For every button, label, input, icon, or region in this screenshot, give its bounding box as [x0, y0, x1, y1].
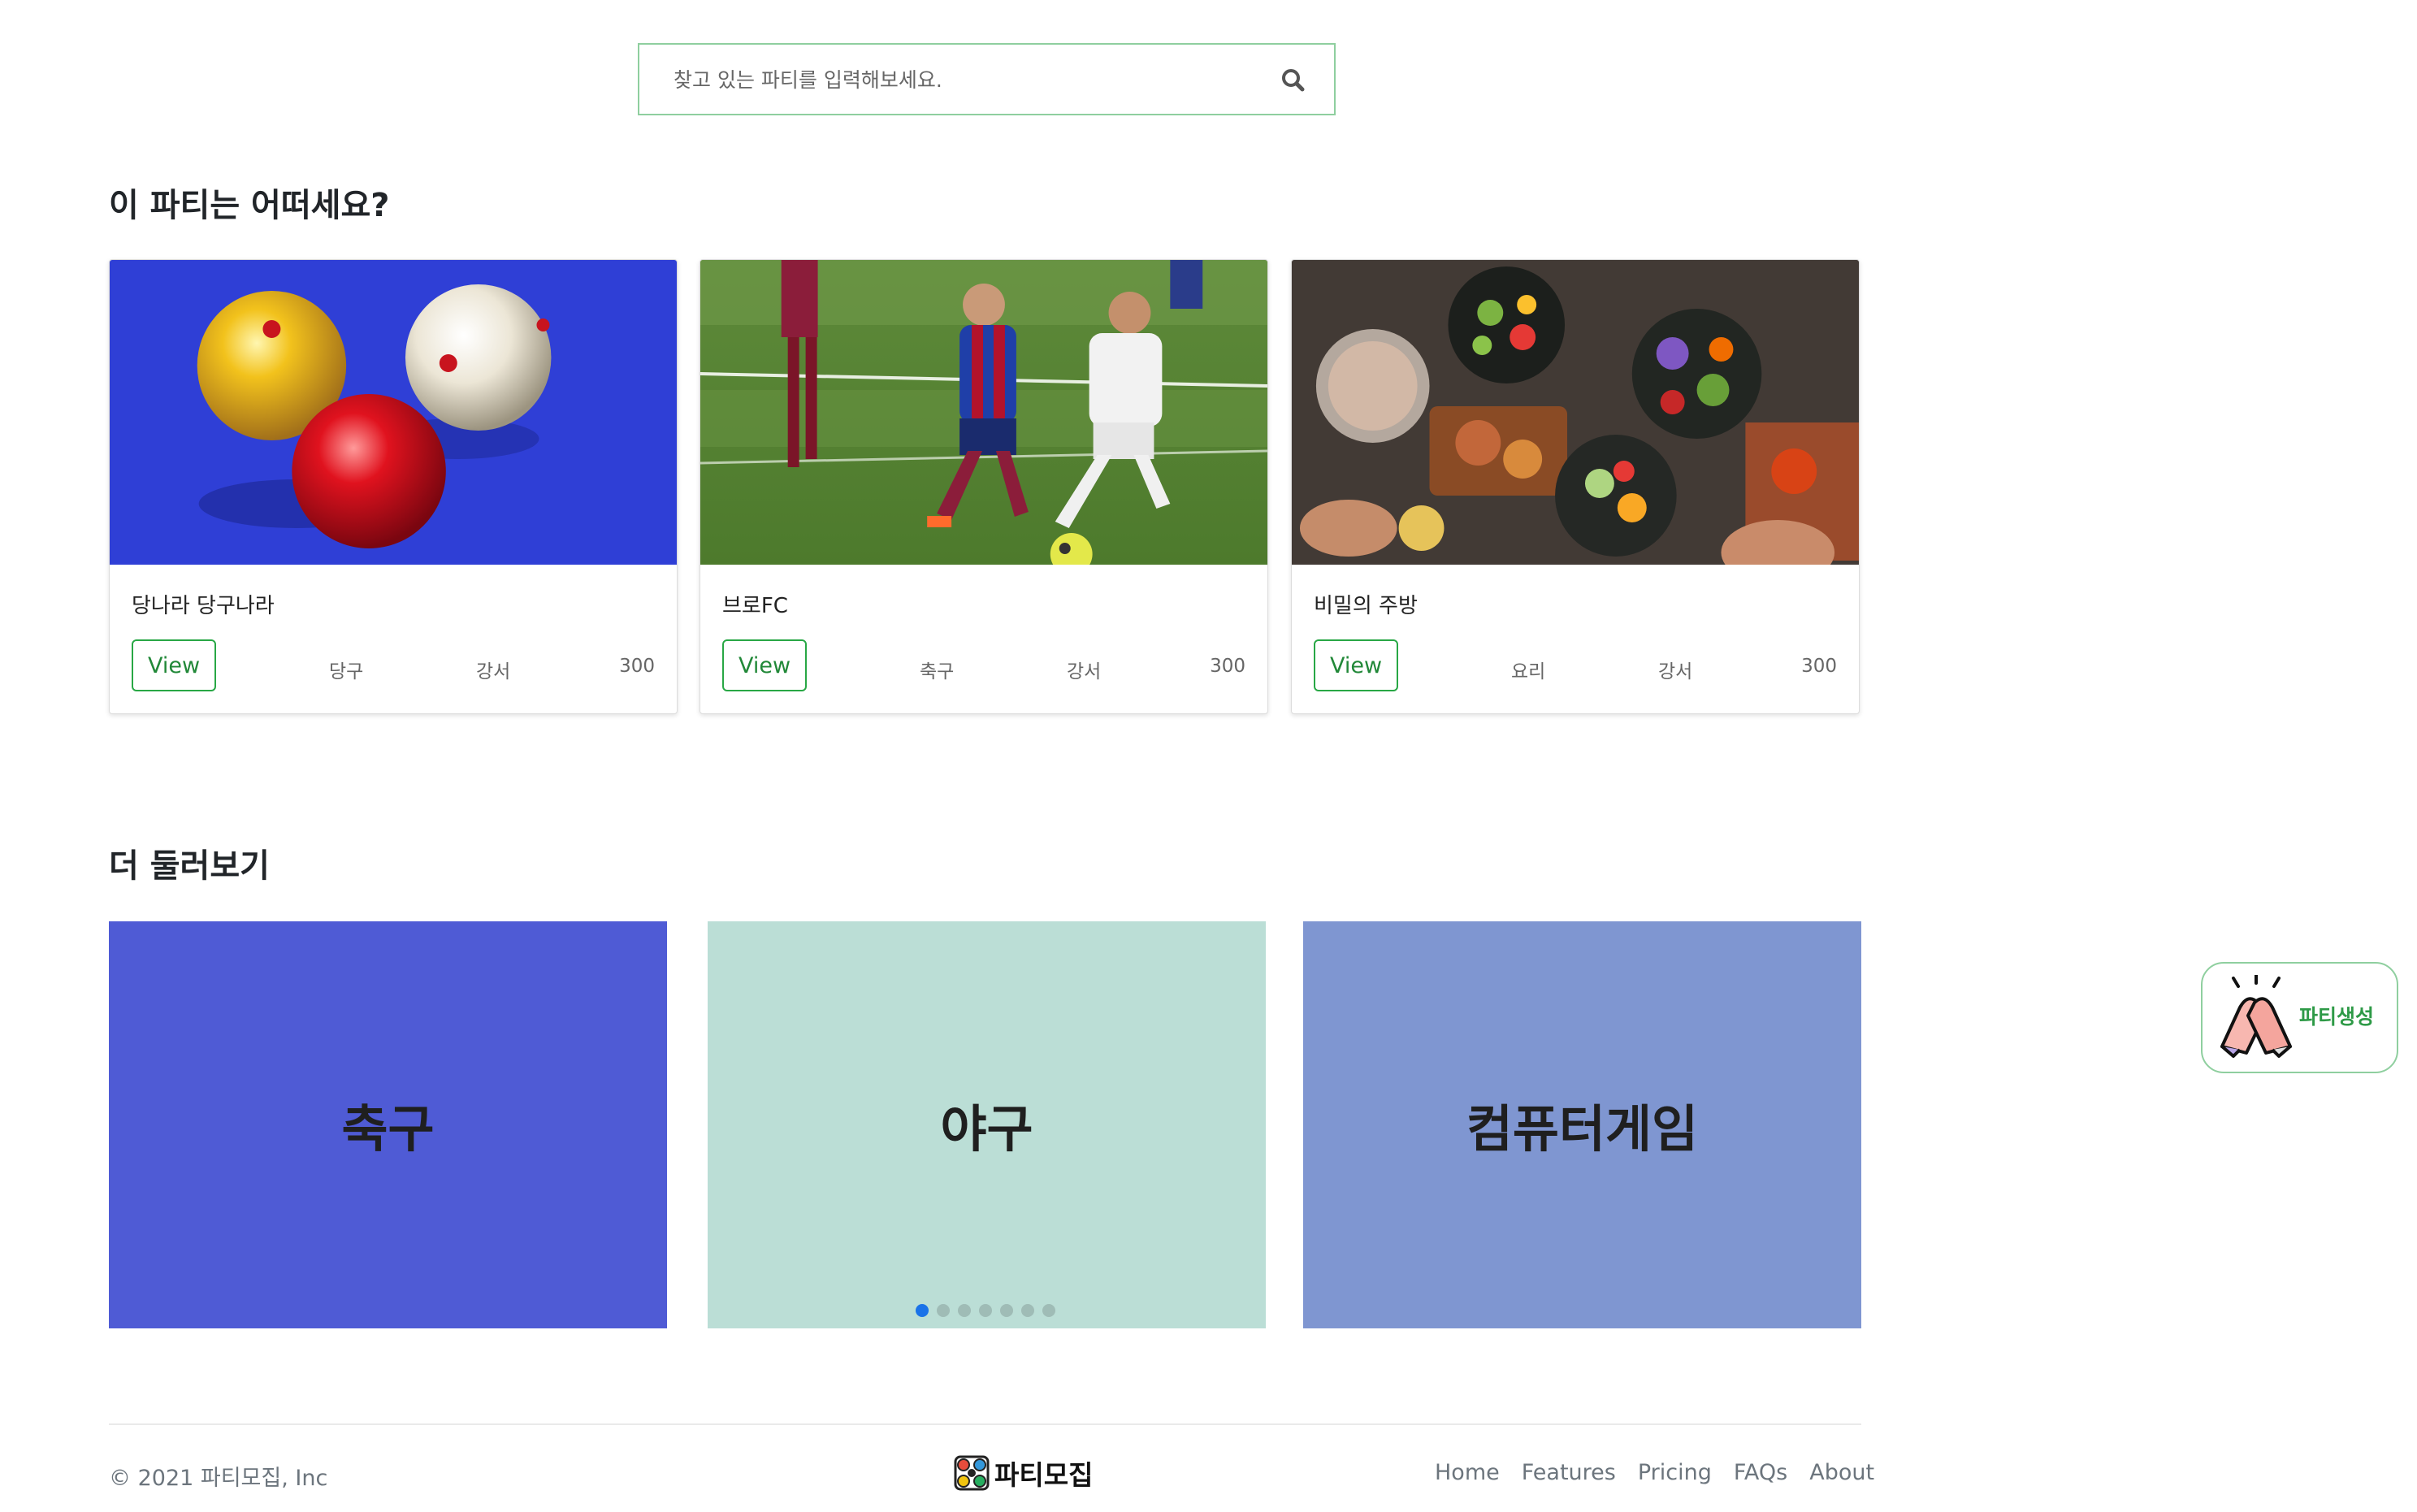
party-card: 당나라 당구나라 View 당구 강서 300 [109, 259, 678, 714]
party-card: 브로FC View 축구 강서 300 [700, 259, 1268, 714]
brand-logo-link[interactable]: 파티모집 [952, 1454, 1093, 1493]
create-party-button[interactable]: 파티생성 [2201, 962, 2398, 1073]
footer-nav: Home Features Pricing FAQs About [1435, 1460, 1874, 1485]
party-category: 당구 [329, 661, 364, 682]
carousel-dot[interactable] [1000, 1304, 1013, 1317]
billiards-image [110, 260, 677, 565]
search-icon [1282, 69, 1305, 92]
carousel-dot[interactable] [1021, 1304, 1034, 1317]
party-card-title: 비밀의 주방 [1314, 594, 1418, 618]
footer-link-home[interactable]: Home [1435, 1460, 1500, 1485]
party-location: 강서 [1658, 661, 1693, 682]
view-button[interactable]: View [1314, 639, 1398, 691]
view-button[interactable]: View [132, 639, 216, 691]
party-count: 300 [1210, 656, 1245, 677]
party-count: 300 [1801, 656, 1837, 677]
party-location: 강서 [1067, 661, 1102, 682]
carousel-indicators [916, 1304, 1055, 1317]
food-image [1292, 260, 1859, 565]
carousel-dot[interactable] [1042, 1304, 1055, 1317]
category-tile-label: 컴퓨터게임 [1466, 1099, 1699, 1159]
party-card: 비밀의 주방 View 요리 강서 300 [1291, 259, 1860, 714]
high-five-icon [2220, 975, 2292, 1058]
brand-name: 파티모집 [994, 1459, 1094, 1491]
search-input[interactable] [672, 45, 1244, 115]
search-button[interactable] [1277, 64, 1310, 97]
create-party-label: 파티생성 [2299, 1005, 2375, 1029]
party-location: 강서 [476, 661, 511, 682]
category-tile-baseball[interactable]: 야구 [708, 921, 1266, 1328]
party-category: 요리 [1511, 661, 1546, 682]
footer-link-features[interactable]: Features [1522, 1460, 1616, 1485]
party-card-title: 당나라 당구나라 [132, 594, 275, 618]
party-card-title: 브로FC [722, 594, 788, 618]
party-count: 300 [619, 656, 655, 677]
soccer-image [700, 260, 1267, 565]
category-tile-label: 축구 [341, 1099, 435, 1159]
party-category: 축구 [920, 661, 955, 682]
view-button[interactable]: View [722, 639, 807, 691]
footer-divider [109, 1423, 1861, 1425]
search-box [638, 43, 1336, 115]
category-tile-computer-game[interactable]: 컴퓨터게임 [1303, 921, 1861, 1328]
category-tile-label: 야구 [940, 1099, 1033, 1159]
footer-link-about[interactable]: About [1809, 1460, 1874, 1485]
footer-link-faqs[interactable]: FAQs [1734, 1460, 1787, 1485]
footer-link-pricing[interactable]: Pricing [1638, 1460, 1712, 1485]
browse-section-title: 더 둘러보기 [109, 847, 270, 885]
carousel-dot[interactable] [937, 1304, 950, 1317]
carousel-dot[interactable] [979, 1304, 992, 1317]
category-tile-soccer[interactable]: 축구 [109, 921, 667, 1328]
recommend-section-title: 이 파티는 어떠세요? [109, 187, 390, 224]
carousel-dot[interactable] [958, 1304, 971, 1317]
copyright-text: © 2021 파티모집, Inc [109, 1466, 328, 1491]
party-logo-icon [954, 1455, 990, 1491]
carousel-dot[interactable] [916, 1304, 929, 1317]
